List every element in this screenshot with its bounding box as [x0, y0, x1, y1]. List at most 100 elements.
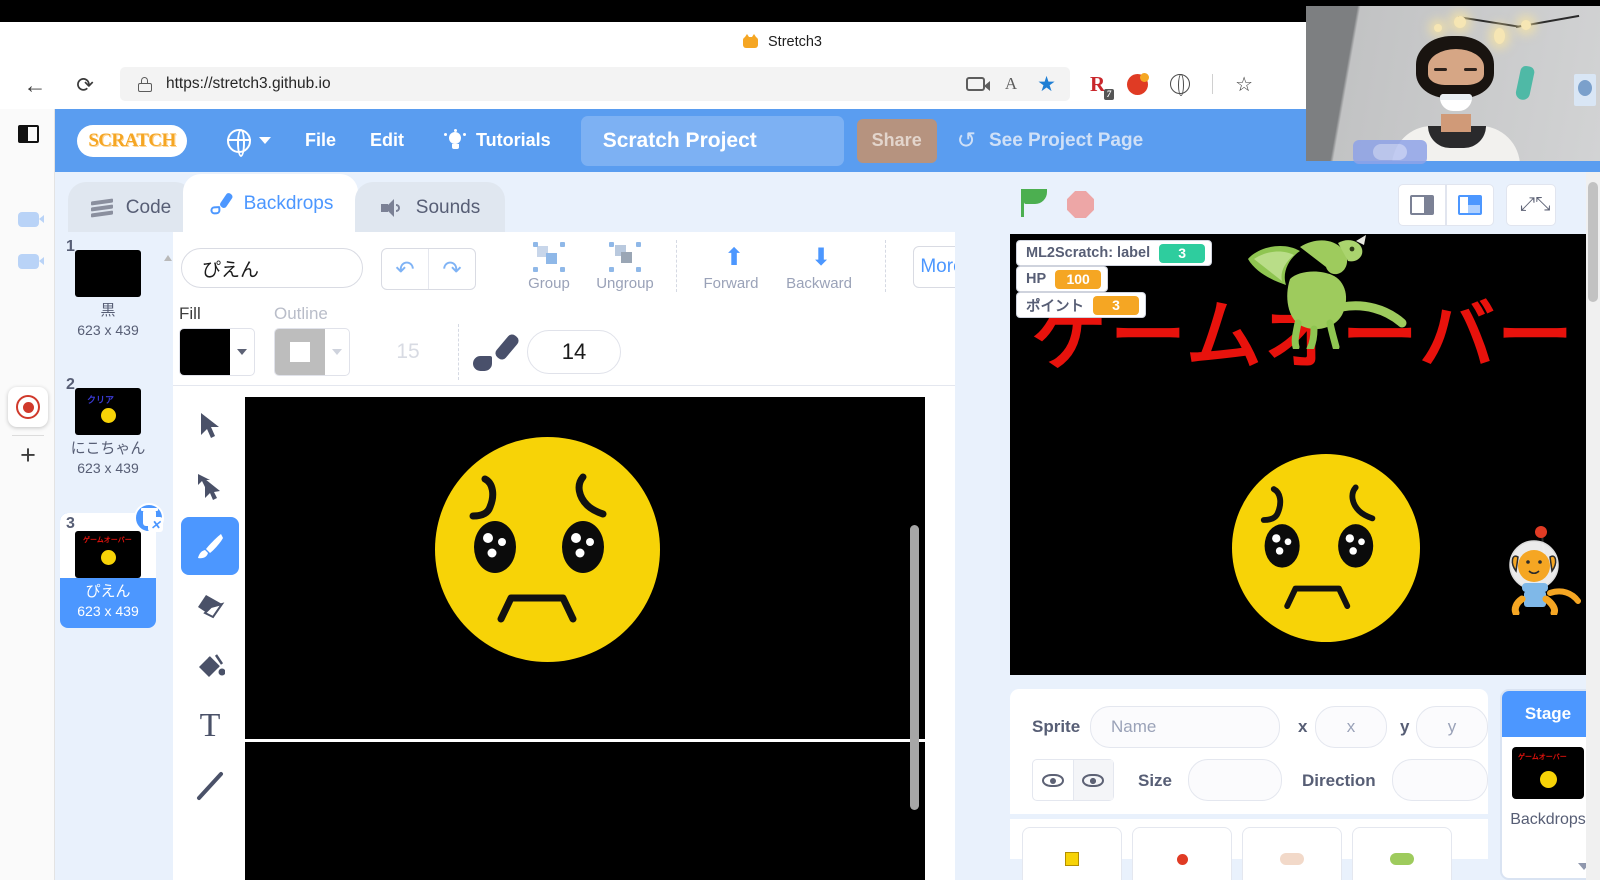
redo-icon[interactable]: ↷: [428, 249, 475, 289]
green-flag-icon[interactable]: [1021, 189, 1051, 217]
language-selector[interactable]: [227, 129, 271, 153]
browser-side-rail: +: [0, 109, 55, 880]
small-stage-layout-icon[interactable]: [1398, 184, 1446, 226]
paint-bucket-icon: [195, 652, 225, 680]
tab-code[interactable]: Code: [68, 182, 193, 234]
eraser-icon: [195, 593, 225, 619]
toolbar-divider: [885, 240, 886, 292]
scratch-logo[interactable]: SCRATCH: [77, 125, 187, 157]
large-stage-layout-icon[interactable]: [1446, 184, 1494, 226]
eye-visible-icon[interactable]: [1033, 760, 1073, 800]
globe-privacy-icon[interactable]: [1170, 74, 1190, 94]
fill-label: Fill: [179, 304, 201, 324]
reshape-tool[interactable]: [181, 457, 239, 515]
direction-label: Direction: [1302, 771, 1376, 791]
monitor-value: 3: [1093, 296, 1139, 315]
text-tool[interactable]: T: [181, 697, 239, 755]
scratch-app: SCRATCH File Edit Tutorials Scratch Proj…: [55, 109, 1600, 880]
sprite-list-item[interactable]: [1022, 827, 1122, 880]
brush-size-input[interactable]: 14: [527, 330, 621, 374]
webcam-overlay[interactable]: [1306, 6, 1600, 161]
camera-icon[interactable]: [13, 204, 43, 234]
stage-selector-thumbnail: ゲームオーバー: [1512, 747, 1584, 799]
app-scrollbar-track[interactable]: [1586, 172, 1600, 880]
monitor-ml2scratch-label[interactable]: ML2Scratch: label 3: [1016, 240, 1212, 266]
green-dragon-sprite[interactable]: [1238, 234, 1408, 349]
see-project-page-button[interactable]: ↺ See Project Page: [957, 127, 1143, 154]
select-tool[interactable]: [181, 397, 239, 455]
monitor-hp[interactable]: HP 100: [1016, 266, 1108, 292]
sprite-label: Sprite: [1032, 717, 1080, 737]
fill-tool[interactable]: [181, 637, 239, 695]
backdrop-size: 623 x 439: [60, 459, 156, 485]
fill-color-swatch[interactable]: [179, 328, 255, 376]
delete-backdrop-button[interactable]: ✕: [134, 503, 164, 533]
backdrop-item-2[interactable]: 2 クリア にこちゃん 623 x 439: [60, 374, 156, 485]
share-button[interactable]: Share: [857, 119, 937, 163]
sprite-name-input[interactable]: Name: [1090, 706, 1280, 748]
sprite-list-item[interactable]: [1352, 827, 1452, 880]
sprite-list-item[interactable]: [1242, 827, 1342, 880]
back-arrow-icon[interactable]: ←: [20, 70, 50, 100]
stop-sign-icon[interactable]: [1067, 191, 1094, 218]
webcam-control-chip[interactable]: [1353, 140, 1427, 164]
y-label: y: [1400, 717, 1409, 737]
record-icon[interactable]: [8, 387, 48, 427]
add-icon[interactable]: +: [13, 440, 43, 470]
brush-tool[interactable]: [181, 517, 239, 575]
fullscreen-icon[interactable]: ⤢⤡: [1506, 184, 1556, 226]
line-tool[interactable]: [181, 757, 239, 815]
backdrop-item-3[interactable]: 3 ゲームオーバー ぴえん 623 x 439 ✕: [60, 513, 156, 628]
stage-thumb-text: ゲームオーバー: [1518, 752, 1567, 762]
backdrop-size: 623 x 439: [60, 321, 156, 347]
sprite-direction-input[interactable]: [1392, 759, 1488, 801]
add-favorite-icon[interactable]: ☆: [1235, 72, 1253, 97]
backdrop-number: 3: [66, 515, 75, 533]
sprite-x-input[interactable]: x: [1315, 706, 1387, 748]
read-aloud-icon[interactable]: A: [1005, 74, 1017, 94]
forward-button[interactable]: ⬆ Forward: [691, 232, 771, 296]
canvas-vertical-scrollbar[interactable]: [910, 525, 919, 810]
red-blob-extension-icon[interactable]: [1127, 74, 1148, 95]
group-button[interactable]: Group: [513, 232, 585, 296]
sprite-y-input[interactable]: y: [1416, 706, 1488, 748]
menu-edit[interactable]: Edit: [370, 130, 404, 151]
costume-name-input[interactable]: ぴえん: [181, 248, 363, 288]
tab-sounds[interactable]: Sounds: [355, 182, 505, 234]
camera-icon[interactable]: [13, 246, 43, 276]
undo-icon[interactable]: ↶: [382, 249, 428, 289]
stage-selector-title: Stage: [1502, 691, 1594, 737]
menu-tutorials[interactable]: Tutorials: [444, 130, 551, 152]
video-capture-icon[interactable]: [966, 77, 985, 91]
stage[interactable]: ゲームオーバー: [1010, 234, 1598, 675]
eye-hidden-icon[interactable]: [1073, 760, 1114, 800]
rakuten-extension-icon[interactable]: R7: [1090, 72, 1105, 97]
sprite-size-input[interactable]: [1188, 759, 1282, 801]
backdrop-list-scrollbar[interactable]: [164, 238, 171, 876]
project-name-input[interactable]: Scratch Project: [581, 116, 844, 166]
menu-file[interactable]: File: [305, 130, 336, 151]
split-screen-icon[interactable]: [13, 119, 43, 149]
canvas-guide-line: [245, 739, 925, 742]
outline-color-swatch[interactable]: [274, 328, 350, 376]
address-bar[interactable]: https://stretch3.github.io A ★: [120, 67, 1070, 101]
monitor-points[interactable]: ポイント 3: [1016, 292, 1146, 318]
ungroup-button[interactable]: Ungroup: [584, 232, 666, 296]
backdrop-item-1[interactable]: 1 黒 623 x 439: [60, 236, 156, 347]
favorite-star-icon[interactable]: ★: [1037, 72, 1056, 97]
arrow-down-icon: ⬇: [811, 243, 831, 272]
backward-button[interactable]: ⬇ Backward: [773, 232, 865, 296]
browser-tab[interactable]: Stretch3: [742, 30, 822, 54]
eraser-tool[interactable]: [181, 577, 239, 635]
backdrop-number: 2: [66, 376, 75, 394]
scratch-logo-text: SCRATCH: [88, 130, 175, 152]
app-scrollbar-thumb[interactable]: [1588, 182, 1598, 302]
space-dog-sprite[interactable]: [1488, 519, 1584, 615]
reload-icon[interactable]: ⟳: [70, 70, 100, 100]
stage-selector-card[interactable]: Stage ゲームオーバー Backdrops: [1500, 689, 1596, 880]
tab-backdrops[interactable]: Backdrops: [183, 174, 358, 234]
paint-canvas[interactable]: [245, 397, 995, 880]
sprite-list-item[interactable]: [1132, 827, 1232, 880]
speaker-icon: [380, 197, 404, 219]
monitor-value: 3: [1159, 244, 1205, 263]
